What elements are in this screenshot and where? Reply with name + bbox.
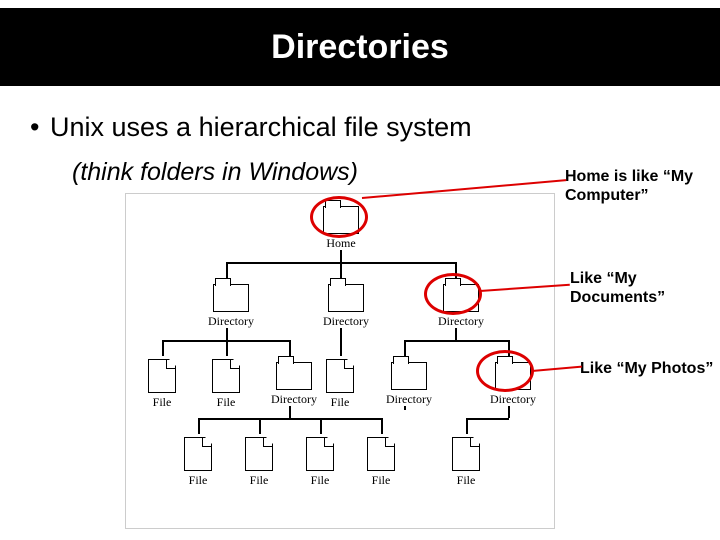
node-label: File [452, 473, 480, 488]
node-label: Directory [208, 314, 254, 329]
connector [162, 340, 164, 356]
circle-home [310, 196, 368, 238]
file-icon [452, 437, 480, 471]
node-label: File [148, 395, 176, 410]
file-icon [367, 437, 395, 471]
node-file: File [452, 437, 480, 488]
annotation-documents: Like “My Documents” [570, 270, 705, 308]
folder-icon [276, 362, 312, 390]
folder-icon [213, 284, 249, 312]
folder-icon [328, 284, 364, 312]
file-icon [212, 359, 240, 393]
node-file: File [306, 437, 334, 488]
annotation-photos: Like “My Photos” [580, 360, 715, 379]
node-label: File [326, 395, 354, 410]
connector [226, 328, 228, 340]
file-icon [306, 437, 334, 471]
node-label: File [212, 395, 240, 410]
file-icon [184, 437, 212, 471]
node-label: Directory [323, 314, 369, 329]
node-directory: Directory [323, 284, 369, 329]
connector [259, 418, 261, 434]
connector [226, 340, 228, 356]
circle-directory [424, 273, 482, 315]
slide-title: Directories [0, 8, 720, 86]
node-label: Directory [271, 392, 317, 407]
node-label: File [306, 473, 334, 488]
node-label: File [245, 473, 273, 488]
connector [404, 340, 406, 356]
connector [198, 418, 381, 420]
connector [404, 340, 509, 342]
connector [340, 328, 342, 356]
file-icon [148, 359, 176, 393]
annotation-home: Home is like “My Computer” [565, 168, 700, 206]
connector [404, 406, 406, 410]
connector [340, 262, 342, 278]
circle-subdirectory [476, 350, 534, 392]
connector [226, 262, 228, 278]
connector [466, 418, 509, 420]
connector [340, 250, 342, 262]
node-directory: Directory [386, 362, 432, 407]
bullet-line: •Unix uses a hierarchical file system [30, 112, 670, 143]
file-icon [326, 359, 354, 393]
connector [381, 418, 383, 434]
bullet-subtext: (think folders in Windows) [72, 158, 358, 187]
node-label: File [184, 473, 212, 488]
connector [289, 406, 291, 418]
slide-title-text: Directories [271, 28, 449, 67]
node-label: Directory [386, 392, 432, 407]
node-label: Directory [490, 392, 536, 407]
connector [289, 340, 291, 356]
node-directory: Directory [271, 362, 317, 407]
folder-icon [391, 362, 427, 390]
node-label: Home [323, 236, 359, 251]
node-file: File [326, 359, 354, 410]
node-file: File [245, 437, 273, 488]
connector [508, 406, 510, 418]
node-file: File [184, 437, 212, 488]
connector [198, 418, 200, 434]
node-label: File [367, 473, 395, 488]
file-icon [245, 437, 273, 471]
node-label: Directory [438, 314, 484, 329]
bullet-text: Unix uses a hierarchical file system [50, 112, 472, 142]
connector [320, 418, 322, 434]
connector [455, 328, 457, 340]
bullet-dot: • [30, 112, 50, 143]
node-directory: Directory [208, 284, 254, 329]
node-file: File [212, 359, 240, 410]
connector [466, 418, 468, 434]
node-file: File [148, 359, 176, 410]
node-file: File [367, 437, 395, 488]
